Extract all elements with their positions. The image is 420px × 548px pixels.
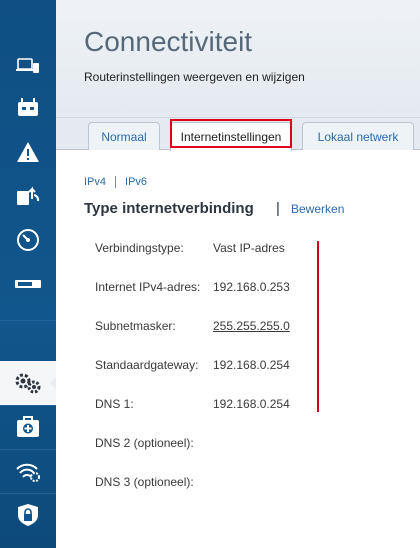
settings-gears-icon[interactable] [0, 361, 56, 405]
default-gateway-label: Standaardgateway: [95, 358, 199, 372]
speed-gauge-icon[interactable] [0, 218, 56, 262]
connection-type-value: Vast IP-adres [213, 241, 285, 255]
subnet-mask-label: Subnetmasker: [95, 319, 176, 333]
first-aid-icon[interactable] [0, 405, 56, 449]
usb-icon[interactable] [0, 262, 56, 306]
annotation-line [317, 241, 319, 412]
dns1-value: 192.168.0.254 [213, 397, 290, 411]
edit-link[interactable]: Bewerken [291, 202, 344, 216]
tab-lokaal-netwerk[interactable]: Lokaal netwerk [302, 122, 414, 150]
connection-type-label: Verbindingstype: [95, 241, 184, 255]
ipv6-link[interactable]: IPv6 [125, 176, 147, 188]
wifi-settings-icon[interactable] [0, 449, 56, 493]
security-shield-icon[interactable] [0, 493, 56, 537]
dns2-label: DNS 2 (optioneel): [95, 436, 194, 450]
ipv4-address-value: 192.168.0.253 [213, 280, 290, 294]
warning-icon[interactable] [0, 130, 56, 174]
page-header: Connectiviteit Routerinstellingen weerge… [56, 0, 420, 118]
default-gateway-value: 192.168.0.254 [213, 358, 290, 372]
tab-bar: Normaal Internetinstellingen Lokaal netw… [56, 118, 420, 151]
ip-version-nav: IPv4 IPv6 [84, 176, 147, 188]
page-subtitle: Routerinstellingen weergeven en wijzigen [84, 70, 305, 84]
section-separator: | [276, 200, 280, 217]
subnet-mask-value[interactable]: 255.255.255.0 [213, 319, 290, 333]
subnav-divider [115, 176, 117, 188]
page-title: Connectiviteit [84, 26, 253, 57]
router-icon[interactable] [0, 86, 56, 130]
ipv4-address-label: Internet IPv4-adres: [95, 280, 201, 294]
ipv4-link[interactable]: IPv4 [84, 176, 106, 188]
devices-icon[interactable] [0, 44, 56, 88]
tab-normaal[interactable]: Normaal [88, 122, 160, 150]
dns3-label: DNS 3 (optioneel): [95, 475, 194, 489]
updates-icon[interactable] [0, 174, 56, 218]
tab-internetinstellingen[interactable]: Internetinstellingen [170, 122, 292, 151]
sidebar [0, 0, 56, 548]
section-title: Type internetverbinding [84, 200, 254, 217]
dns1-label: DNS 1: [95, 397, 134, 411]
